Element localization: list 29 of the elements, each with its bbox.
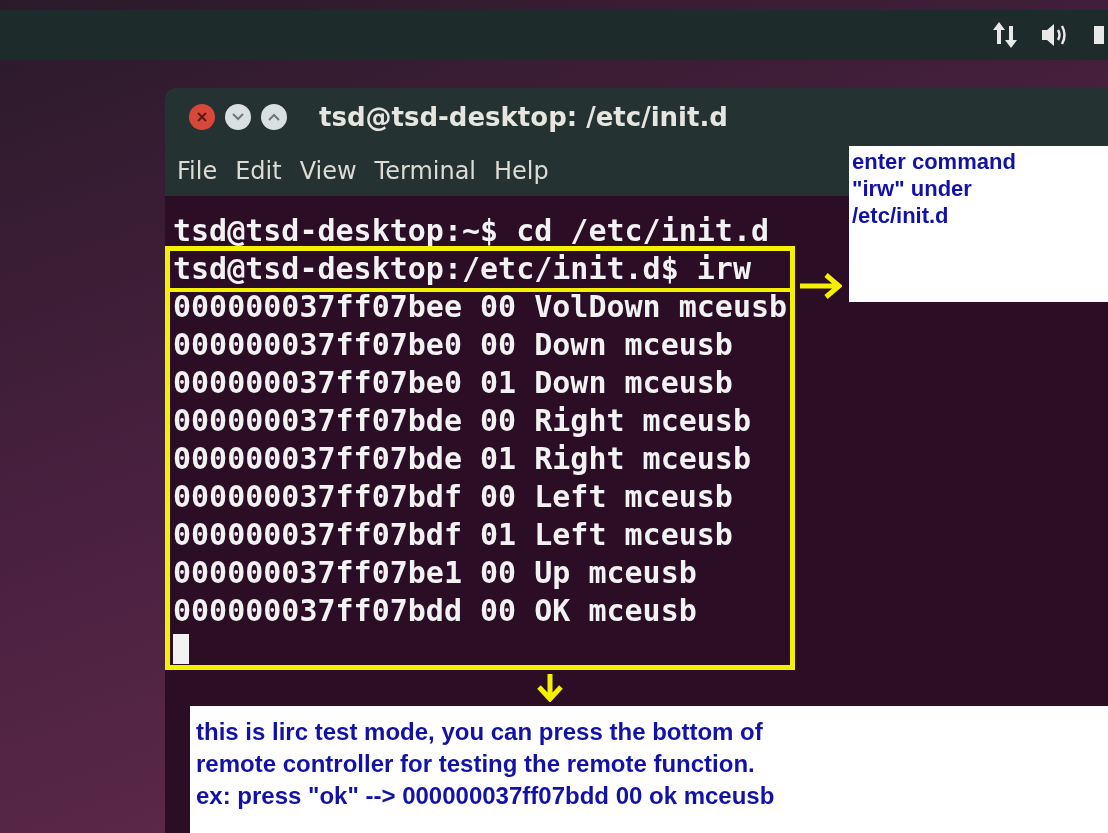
menu-item[interactable]: Terminal [374, 157, 477, 185]
menu-item[interactable]: File [177, 157, 218, 185]
menu-item[interactable]: Edit [235, 157, 282, 185]
close-button[interactable] [189, 104, 215, 130]
text-cursor [173, 634, 189, 664]
close-icon [197, 112, 207, 122]
side-note: enter command "irw" under /etc/init.d [849, 146, 1108, 302]
network-arrows-icon[interactable] [992, 20, 1018, 50]
maximize-button[interactable] [261, 104, 287, 130]
menu-item[interactable]: Help [494, 157, 549, 185]
minimize-button[interactable] [225, 104, 251, 130]
chevron-up-icon [268, 113, 280, 121]
terminal-line: 000000037ff07be0 01 Down mceusb [173, 364, 733, 402]
terminal-line: tsd@tsd-desktop:~$ cd /etc/init.d [173, 212, 770, 250]
down-arrow [536, 672, 564, 702]
bottom-note: this is lirc test mode, you can press the bottom of remote controller for testing the remote function. ex: press "ok" --> 000000037ff07bdd 00 ok mceusb [190, 706, 1108, 833]
menu-item[interactable]: View [299, 157, 357, 185]
chevron-down-icon [232, 113, 244, 121]
right-arrow [798, 272, 842, 300]
window-title: tsd@tsd-desktop: /etc/init.d [319, 102, 728, 132]
terminal-line: 000000037ff07bde 00 Right mceusb [173, 402, 751, 440]
terminal-line: 000000037ff07be0 00 Down mceusb [173, 326, 733, 364]
terminal-line: 000000037ff07bde 01 Right mceusb [173, 440, 751, 478]
terminal-line: 000000037ff07bdf 00 Left mceusb [173, 478, 733, 516]
terminal-line: 000000037ff07bdf 01 Left mceusb [173, 516, 733, 554]
terminal-line: tsd@tsd-desktop:/etc/init.d$ irw [173, 250, 751, 288]
terminal-line: 000000037ff07bdd 00 OK mceusb [173, 592, 697, 630]
terminal-line: 000000037ff07be1 00 Up mceusb [173, 554, 697, 592]
terminal-line: 000000037ff07bee 00 VolDown mceusb [173, 288, 788, 326]
